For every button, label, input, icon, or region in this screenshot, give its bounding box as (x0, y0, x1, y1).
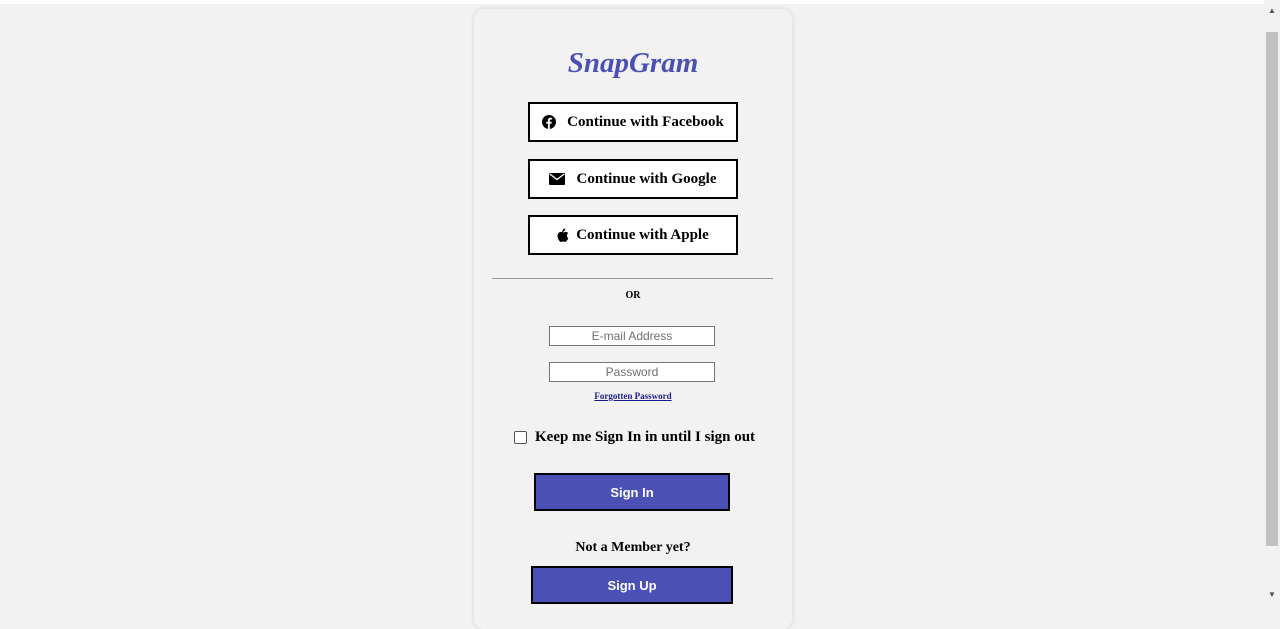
facebook-icon (542, 115, 557, 129)
app-logo: SnapGram (567, 47, 699, 79)
apple-button-label: Continue with Apple (576, 226, 709, 243)
envelope-icon (549, 173, 566, 185)
email-field[interactable] (549, 326, 715, 346)
not-member-prompt: Not a Member yet? (575, 540, 691, 555)
continue-with-apple-button[interactable]: Continue with Apple (528, 215, 738, 255)
facebook-button-label: Continue with Facebook (567, 113, 724, 130)
forgot-password-wrapper: Forgotten Password (474, 391, 792, 401)
password-field[interactable] (549, 362, 715, 382)
divider-line (492, 278, 773, 279)
keep-signed-in-label: Keep me Sign In in until I sign out (535, 429, 756, 445)
sign-in-button[interactable]: Sign In (534, 473, 730, 511)
vertical-scrollbar[interactable]: ▲ ▼ (1264, 0, 1280, 604)
forgot-password-link[interactable]: Forgotten Password (594, 391, 671, 401)
scrollbar-thumb[interactable] (1266, 32, 1278, 546)
apple-icon (557, 228, 569, 242)
sign-up-button[interactable]: Sign Up (531, 566, 733, 604)
continue-with-google-button[interactable]: Continue with Google (528, 159, 738, 199)
scroll-down-arrow-icon[interactable]: ▼ (1264, 586, 1280, 602)
scroll-up-arrow-icon[interactable]: ▲ (1264, 2, 1280, 18)
login-card: SnapGram Continue with Facebook Continue… (474, 9, 792, 629)
keep-signed-in-checkbox[interactable] (514, 431, 527, 444)
google-button-label: Continue with Google (576, 170, 717, 187)
keep-signed-in-row: Keep me Sign In in until I sign out (514, 429, 755, 446)
continue-with-facebook-button[interactable]: Continue with Facebook (528, 102, 738, 142)
top-edge (0, 0, 1264, 4)
or-separator: OR (625, 290, 641, 301)
